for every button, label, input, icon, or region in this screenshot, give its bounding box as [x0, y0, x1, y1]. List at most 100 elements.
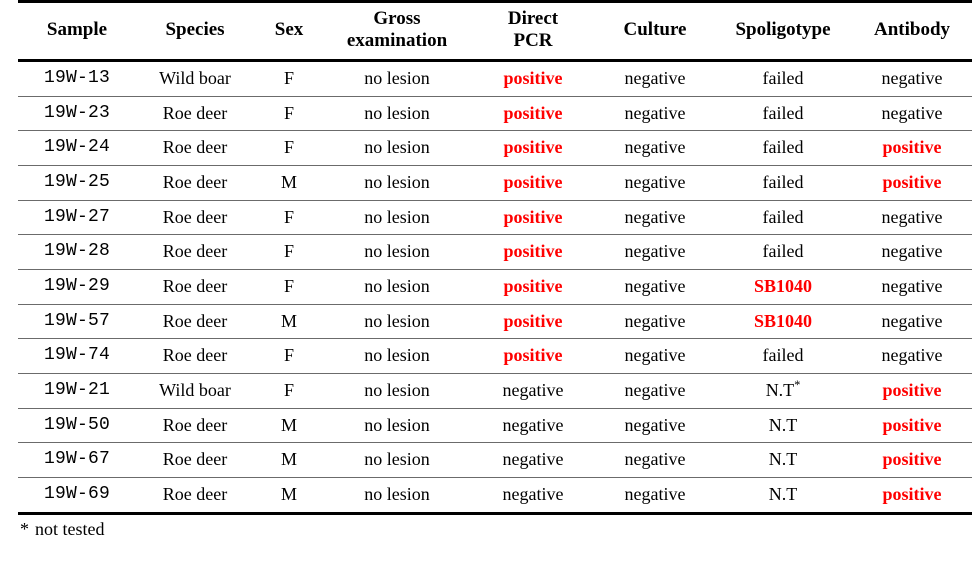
- cell-culture: negative: [596, 130, 714, 166]
- cell-sample: 19W-25: [18, 165, 136, 201]
- cell-value: F: [283, 275, 294, 296]
- column-header-species: Species: [136, 0, 254, 62]
- cell-value: Roe deer: [162, 310, 228, 331]
- cell-pcr: positive: [470, 96, 596, 132]
- cell-value: Roe deer: [162, 137, 228, 158]
- cell-value: failed: [762, 67, 804, 88]
- cell-sex: M: [254, 408, 324, 444]
- cell-culture: negative: [596, 338, 714, 374]
- cell-value: negative: [624, 102, 686, 123]
- cell-sample: 19W-50: [18, 408, 136, 444]
- cell-value: failed: [762, 137, 804, 158]
- column-header-direct-pcr: Direct PCR: [470, 0, 596, 62]
- cell-pcr: positive: [470, 269, 596, 305]
- cell-value: negative: [624, 380, 686, 400]
- cell-species: Roe deer: [136, 200, 254, 236]
- cell-value-highlighted: positive: [882, 380, 942, 400]
- cell-culture: negative: [596, 304, 714, 340]
- cell-value: Wild boar: [159, 380, 231, 400]
- column-header-sex: Sex: [254, 0, 324, 62]
- cell-value: no lesion: [364, 171, 430, 192]
- cell-gross: no lesion: [324, 60, 470, 97]
- cell-value-highlighted: positive: [503, 137, 563, 158]
- cell-value-highlighted: positive: [882, 414, 942, 435]
- cell-value-highlighted: positive: [882, 484, 942, 505]
- cell-culture: negative: [596, 165, 714, 201]
- cell-pcr: positive: [470, 130, 596, 166]
- cell-culture: negative: [596, 269, 714, 305]
- column-header-culture: Culture: [596, 0, 714, 62]
- cell-value: failed: [762, 345, 804, 366]
- cell-species: Roe deer: [136, 442, 254, 479]
- cell-value: F: [283, 102, 294, 123]
- cell-sex: F: [254, 373, 324, 409]
- cell-value-highlighted: positive: [882, 449, 942, 470]
- cell-spoligotype: SB1040: [714, 269, 852, 305]
- table-row: 19W-27 Roe deer Fno lesion positive negative…: [18, 200, 972, 236]
- cell-gross: no lesion: [324, 200, 470, 236]
- cell-sample: 19W-24: [18, 130, 136, 166]
- cell-value: no lesion: [364, 380, 430, 400]
- cell-pcr: negative: [470, 477, 596, 515]
- column-header-gross-examination: Gross examination: [324, 0, 470, 62]
- column-header-culture-line1: Culture: [623, 19, 687, 41]
- cell-value: Roe deer: [162, 206, 228, 227]
- column-header-sample-line1: Sample: [46, 19, 108, 41]
- column-header-antibody-line1: Antibody: [873, 19, 951, 41]
- cell-species: Roe deer: [136, 165, 254, 201]
- cell-value: negative: [502, 484, 564, 505]
- cell-value: no lesion: [364, 310, 430, 331]
- cell-pcr: positive: [470, 338, 596, 374]
- column-header-gross-line2: examination: [346, 30, 448, 52]
- cell-value-highlighted: positive: [503, 345, 563, 366]
- cell-value-highlighted: positive: [503, 310, 563, 331]
- wildlife-tb-results-table: Sample Species Sex Gross examination Dir…: [18, 0, 972, 515]
- cell-value: 19W-23: [43, 102, 110, 123]
- cell-pcr: positive: [470, 234, 596, 270]
- table-row: 19W-57 Roe deer Mno lesion positive negative…: [18, 304, 972, 340]
- cell-value: negative: [881, 206, 943, 227]
- cell-value: failed: [762, 241, 804, 262]
- cell-value: Roe deer: [162, 449, 228, 470]
- cell-value: no lesion: [364, 414, 430, 435]
- cell-sample: 19W-27: [18, 200, 136, 236]
- cell-gross: no lesion: [324, 269, 470, 305]
- cell-value: N.T: [768, 484, 798, 505]
- cell-value: failed: [762, 206, 804, 227]
- cell-gross: no lesion: [324, 338, 470, 374]
- cell-value: negative: [624, 137, 686, 158]
- cell-value: 19W-25: [43, 171, 110, 192]
- cell-value: negative: [502, 449, 564, 470]
- cell-gross: no lesion: [324, 234, 470, 270]
- column-header-spoligotype: Spoligotype: [714, 0, 852, 62]
- cell-antibody: negative: [852, 60, 972, 97]
- cell-species: Roe deer: [136, 234, 254, 270]
- cell-species: Roe deer: [136, 477, 254, 515]
- cell-sample: 19W-21: [18, 373, 136, 409]
- cell-spoligotype: failed: [714, 165, 852, 201]
- cell-spoligotype: SB1040: [714, 304, 852, 340]
- cell-gross: no lesion: [324, 373, 470, 409]
- cell-value: negative: [624, 275, 686, 296]
- column-header-gross-line1: Gross: [373, 8, 421, 29]
- cell-antibody: positive: [852, 373, 972, 409]
- cell-species: Roe deer: [136, 304, 254, 340]
- cell-value: failed: [762, 171, 804, 192]
- cell-value-highlighted: SB1040: [753, 275, 813, 296]
- cell-value: no lesion: [364, 206, 430, 227]
- cell-value: negative: [624, 484, 686, 505]
- cell-species: Wild boar: [136, 373, 254, 409]
- column-header-spoligotype-line1: Spoligotype: [735, 19, 831, 41]
- cell-culture: negative: [596, 60, 714, 97]
- cell-value: Wild boar: [159, 67, 231, 88]
- cell-antibody: negative: [852, 338, 972, 374]
- footnote-marker: *: [20, 518, 29, 539]
- cell-spoligotype: failed: [714, 200, 852, 236]
- cell-value: no lesion: [364, 484, 430, 505]
- cell-value: F: [283, 241, 294, 262]
- cell-value: negative: [881, 102, 943, 123]
- cell-value: no lesion: [364, 137, 430, 158]
- table-row: 19W-74 Roe deer Fno lesion positive negative…: [18, 338, 972, 374]
- cell-gross: no lesion: [324, 408, 470, 444]
- table-row: 19W-28 Roe deer Fno lesion positive negative…: [18, 234, 972, 270]
